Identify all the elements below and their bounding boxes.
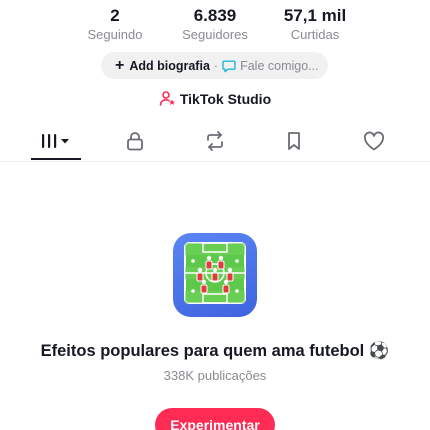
promo-subtitle: 338K publicações	[163, 368, 267, 383]
plus-icon[interactable]: +	[115, 57, 124, 74]
repost-icon	[203, 129, 227, 158]
active-tab-indicator	[31, 158, 81, 160]
tiktok-studio-link[interactable]: TikTok Studio	[0, 90, 430, 107]
tab-liked[interactable]	[354, 128, 394, 158]
heart-icon	[362, 130, 386, 157]
likes-count: 57,1 mil	[283, 6, 347, 25]
bio-separator: ·	[213, 58, 219, 73]
bookmark-icon	[283, 130, 305, 157]
tab-videos[interactable]	[36, 128, 76, 158]
likes-stat[interactable]: 57,1 mil Curtidas	[255, 6, 375, 43]
grid-icon	[36, 131, 76, 156]
studio-label: TikTok Studio	[179, 90, 272, 107]
add-bio-button[interactable]: Add biografia	[129, 59, 210, 73]
tab-saved[interactable]	[274, 128, 314, 158]
tab-private[interactable]	[115, 128, 155, 158]
promo-title: Efeitos populares para quem ama futebol …	[40, 342, 390, 360]
tab-reposts[interactable]	[195, 128, 235, 158]
contact-button[interactable]: Fale comigo...	[240, 59, 319, 73]
football-field-icon	[173, 233, 257, 317]
likes-label: Curtidas	[290, 27, 340, 42]
profile-tabs	[0, 124, 430, 162]
chat-bubble-icon	[222, 59, 236, 73]
person-star-icon	[159, 90, 176, 107]
try-button[interactable]: Experimentar	[155, 408, 275, 430]
profile-stats: 2 Seguindo 6.839 Seguidores 57,1 mil Cur…	[0, 6, 430, 44]
bio-pill: + Add biografia · Fale comigo...	[101, 52, 328, 79]
lock-icon	[124, 130, 146, 157]
